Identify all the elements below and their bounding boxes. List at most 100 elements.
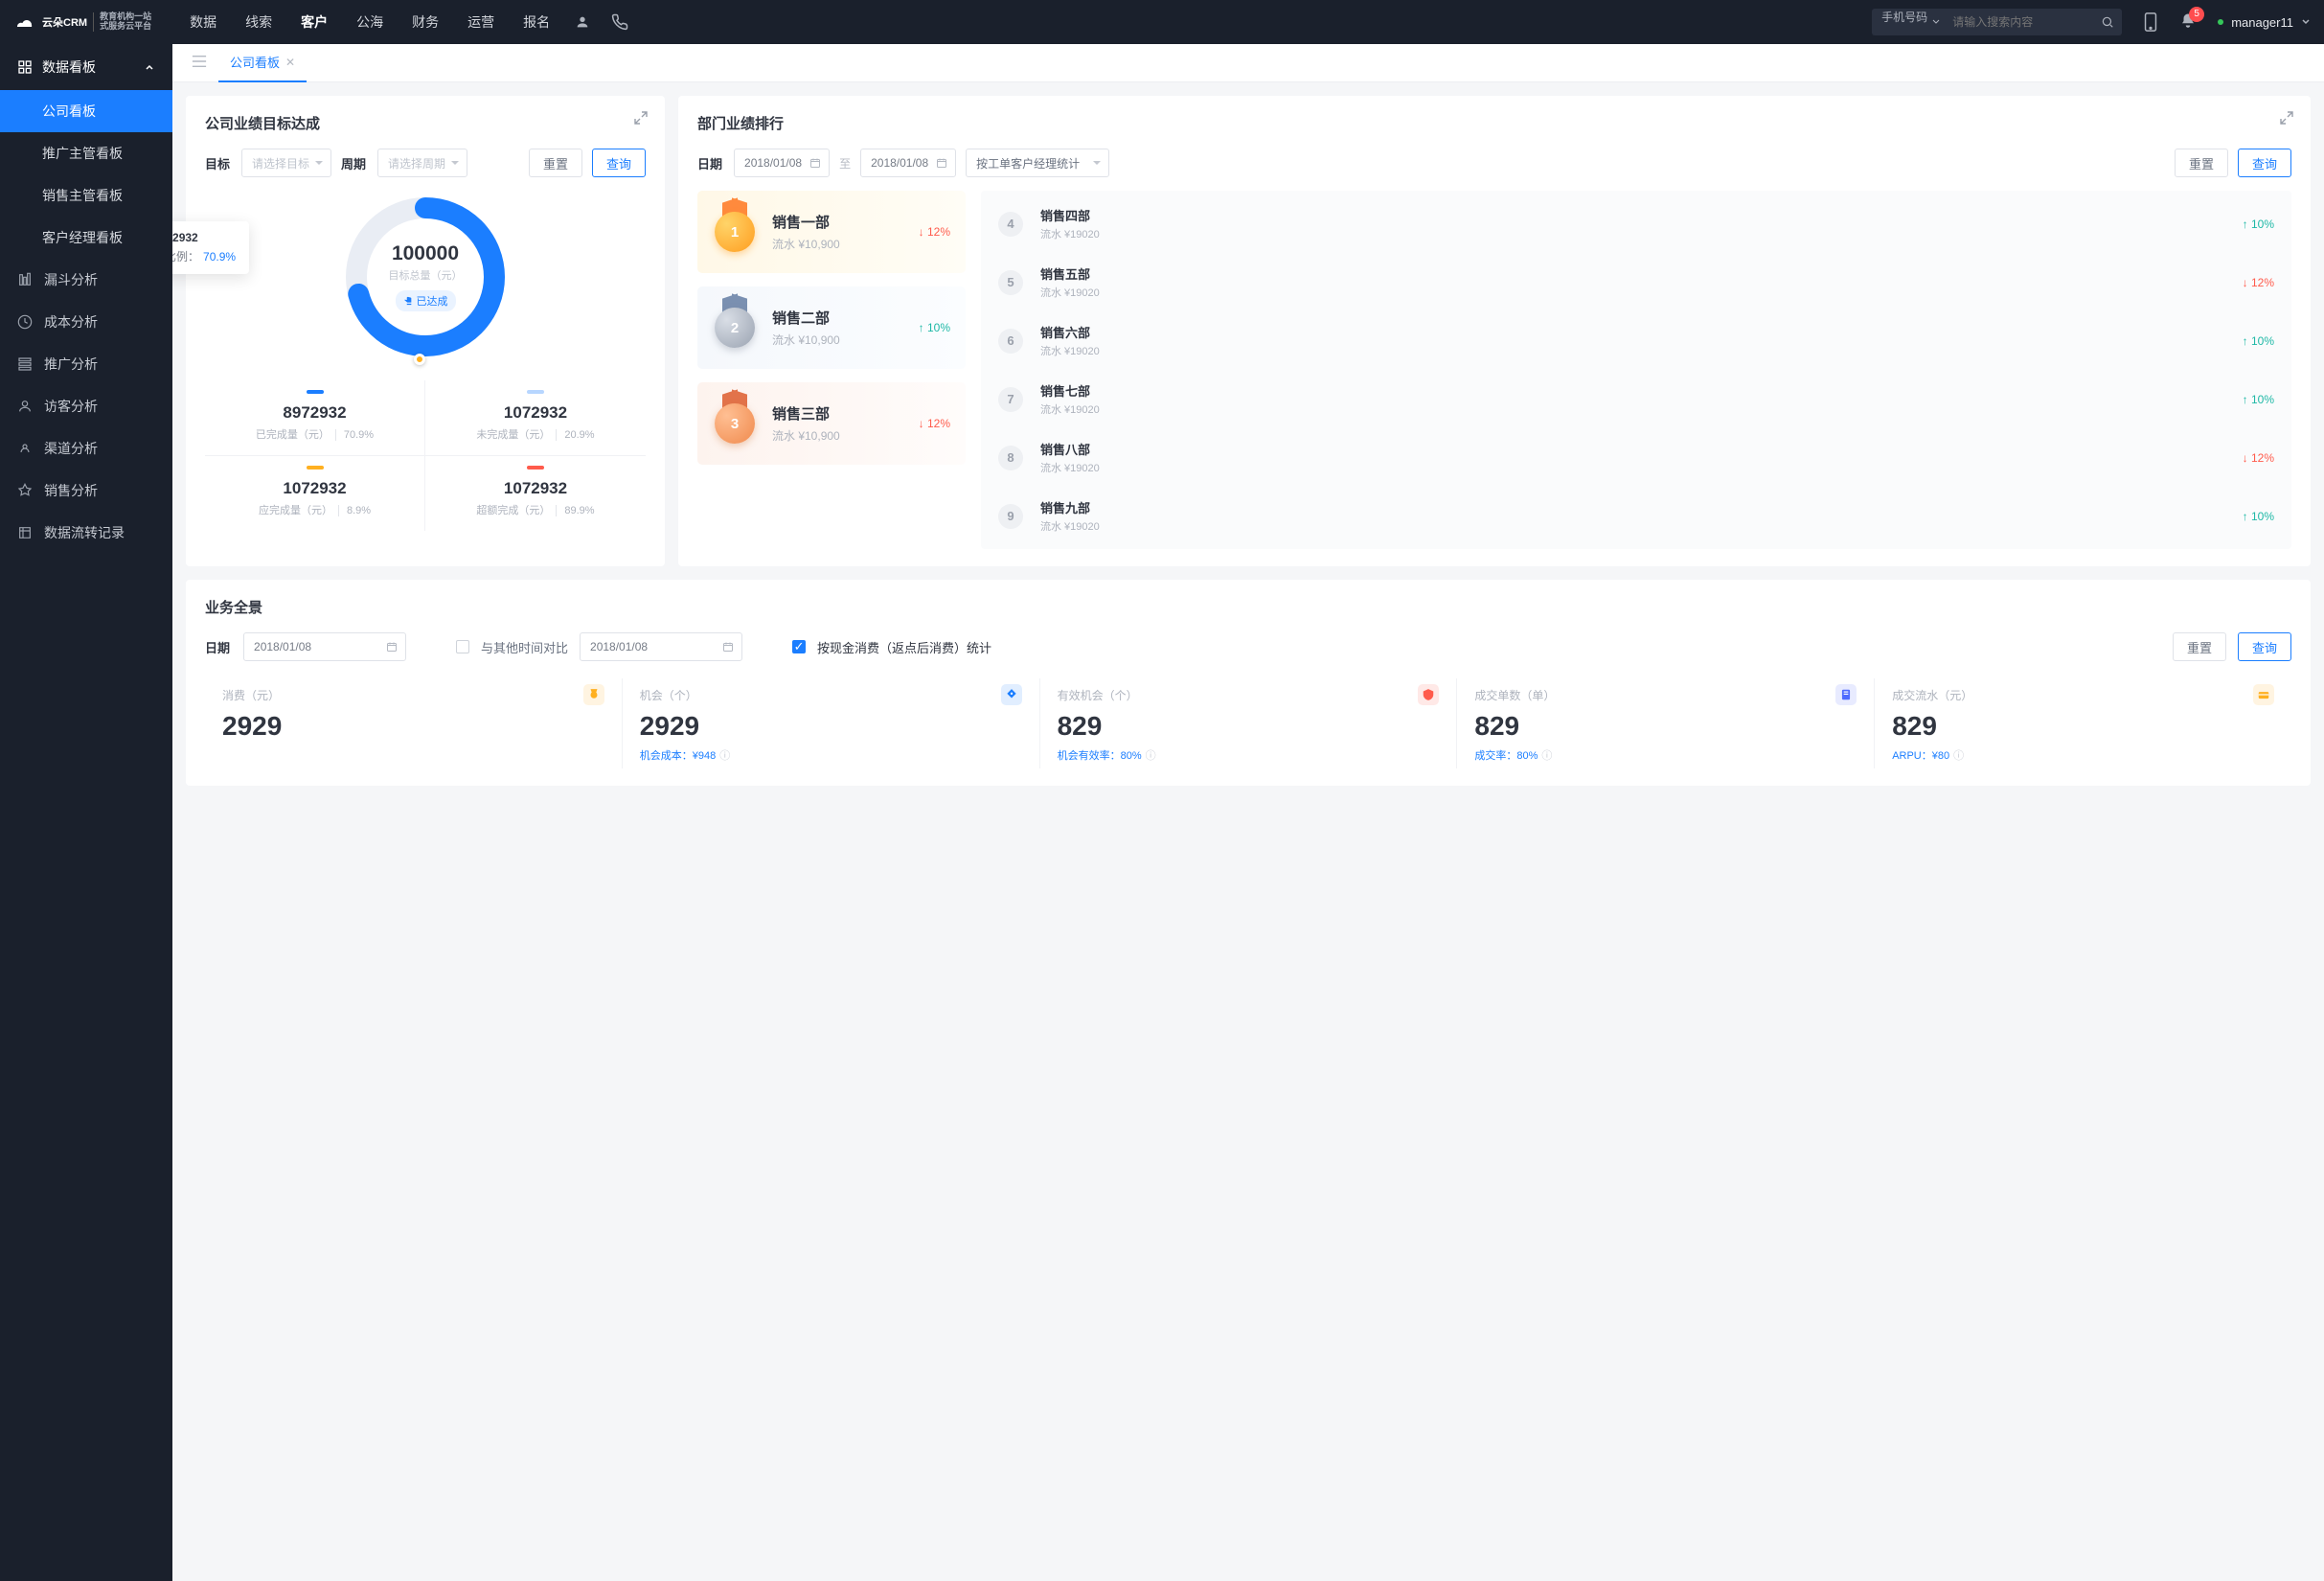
card-goal-achievement: 公司业绩目标达成 目标 请选择目标 周期 请选择周期 重置 查询 — [186, 96, 665, 566]
medal-row-1[interactable]: 1销售一部流水 ¥10,900↓ 12% — [697, 191, 966, 273]
sidebar-icon — [17, 525, 33, 540]
achieved-badge: 已达成 — [396, 290, 456, 311]
help-icon[interactable]: ⓘ — [719, 747, 730, 763]
dashboard-icon — [17, 59, 33, 75]
nav-item-6[interactable]: 报名 — [523, 1, 550, 43]
reset-button[interactable]: 重置 — [2173, 632, 2226, 661]
sidebar-sub-0[interactable]: 公司看板 — [0, 90, 172, 132]
sidebar-item-5[interactable]: 销售分析 — [0, 470, 172, 512]
goal-metric-1: 1072932未完成量（元）20.9% — [425, 380, 646, 456]
period-label: 周期 — [341, 154, 366, 172]
rank-item-9[interactable]: 9销售九部流水 ¥19020↑ 10% — [981, 487, 2291, 545]
chevron-up-icon — [144, 61, 155, 73]
compare-label: 与其他时间对比 — [481, 638, 568, 656]
help-icon[interactable]: ⓘ — [1953, 747, 1964, 763]
query-button[interactable]: 查询 — [2238, 149, 2291, 177]
expand-icon[interactable] — [2280, 111, 2293, 127]
device-icon[interactable] — [2143, 12, 2158, 32]
sidebar-icon — [17, 356, 33, 372]
stat-icon — [2253, 684, 2274, 705]
tab-close[interactable]: ✕ — [285, 56, 295, 69]
medal-row-2[interactable]: 2销售二部流水 ¥10,900↑ 10% — [697, 286, 966, 369]
target-select[interactable]: 请选择目标 — [241, 149, 331, 177]
chart-tooltip: 1072932 所占比例：70.9% — [172, 221, 249, 274]
date-from-input[interactable]: 2018/01/08 — [734, 149, 830, 177]
date-input-2[interactable]: 2018/01/08 — [580, 632, 742, 661]
rank-item-7[interactable]: 7销售七部流水 ¥19020↑ 10% — [981, 370, 2291, 428]
sidebar-item-4[interactable]: 渠道分析 — [0, 427, 172, 470]
brand-logo: 云朵CRM 教育机构一站式服务云平台 — [13, 12, 151, 32]
query-button[interactable]: 查询 — [2238, 632, 2291, 661]
goal-donut-chart: 100000 目标总量（元） 已达成 — [339, 191, 512, 363]
calendar-icon — [809, 157, 821, 169]
help-icon[interactable]: ⓘ — [1541, 747, 1552, 763]
calendar-icon — [936, 157, 947, 169]
phone-icon[interactable] — [611, 13, 628, 31]
stat-3: 成交单数（单）829成交率：80% ⓘ — [1457, 678, 1875, 768]
expand-icon[interactable] — [634, 111, 648, 127]
sidebar-item-6[interactable]: 数据流转记录 — [0, 512, 172, 554]
main-area: 公司看板 ✕ 公司业绩目标达成 目标 请选择目标 周期 请选择周期 — [172, 44, 2324, 1581]
sidebar-item-2[interactable]: 推广分析 — [0, 343, 172, 385]
status-dot — [2218, 19, 2223, 25]
tab-bar: 公司看板 ✕ — [172, 44, 2324, 82]
search-type-select[interactable]: 手机号码 — [1872, 9, 1945, 35]
query-button[interactable]: 查询 — [592, 149, 646, 177]
medal-icon: 1 — [713, 206, 757, 258]
nav-item-5[interactable]: 运营 — [467, 1, 494, 43]
user-menu[interactable]: manager11 — [2218, 15, 2311, 30]
menu-icon — [192, 55, 207, 68]
sidebar-item-1[interactable]: 成本分析 — [0, 301, 172, 343]
sidebar-sub-3[interactable]: 客户经理看板 — [0, 217, 172, 259]
nav-item-0[interactable]: 数据 — [190, 1, 216, 43]
rank-item-4[interactable]: 4销售四部流水 ¥19020↑ 10% — [981, 195, 2291, 253]
groupby-select[interactable]: 按工单客户经理统计 — [966, 149, 1109, 177]
user-icon[interactable] — [575, 14, 590, 30]
medal-icon: 2 — [713, 302, 757, 354]
tab-company-dashboard[interactable]: 公司看板 ✕ — [218, 44, 307, 82]
user-name: manager11 — [2231, 15, 2293, 30]
goal-metric-2: 1072932应完成量（元）8.9% — [205, 456, 425, 531]
rank-item-8[interactable]: 8销售八部流水 ¥19020↓ 12% — [981, 428, 2291, 487]
sidebar-sub-2[interactable]: 销售主管看板 — [0, 174, 172, 217]
card-business-panorama: 业务全景 日期 2018/01/08 与其他时间对比 2018/01/08 ✓ … — [186, 580, 2311, 786]
search-button[interactable] — [2093, 9, 2122, 35]
compare-checkbox[interactable] — [456, 640, 469, 653]
date-label: 日期 — [697, 154, 722, 172]
sidebar: 数据看板 公司看板推广主管看板销售主管看板客户经理看板 漏斗分析成本分析推广分析… — [0, 44, 172, 1581]
cash-checkbox[interactable]: ✓ — [792, 640, 806, 653]
sidebar-item-3[interactable]: 访客分析 — [0, 385, 172, 427]
rank-item-5[interactable]: 5销售五部流水 ¥19020↓ 12% — [981, 253, 2291, 311]
cloud-icon — [13, 13, 36, 31]
top-nav: 云朵CRM 教育机构一站式服务云平台 数据线索客户公海财务运营报名 手机号码 5… — [0, 0, 2324, 44]
nav-items: 数据线索客户公海财务运营报名 — [190, 1, 550, 43]
reset-button[interactable]: 重置 — [2175, 149, 2228, 177]
goal-metric-0: 8972932已完成量（元）70.9% — [205, 380, 425, 456]
medal-row-3[interactable]: 3销售三部流水 ¥10,900↓ 12% — [697, 382, 966, 465]
date-sep: 至 — [839, 155, 851, 172]
nav-item-3[interactable]: 公海 — [356, 1, 383, 43]
calendar-icon — [386, 641, 398, 653]
sidebar-group-dashboard[interactable]: 数据看板 — [0, 44, 172, 90]
nav-item-1[interactable]: 线索 — [245, 1, 272, 43]
reset-button[interactable]: 重置 — [529, 149, 582, 177]
sidebar-item-0[interactable]: 漏斗分析 — [0, 259, 172, 301]
top-search: 手机号码 — [1872, 9, 2122, 35]
medal-icon: 3 — [713, 398, 757, 449]
stat-0: 消费（元）2929. — [205, 678, 623, 768]
help-icon[interactable]: ⓘ — [1146, 747, 1156, 763]
period-select[interactable]: 请选择周期 — [377, 149, 467, 177]
brand-name: 云朵CRM — [42, 14, 87, 30]
nav-item-4[interactable]: 财务 — [412, 1, 439, 43]
sidebar-sub-1[interactable]: 推广主管看板 — [0, 132, 172, 174]
sidebar-toggle[interactable] — [184, 55, 215, 71]
sidebar-icon — [17, 483, 33, 498]
search-input[interactable] — [1945, 9, 2093, 35]
notification-bell[interactable]: 5 — [2179, 12, 2197, 33]
nav-item-2[interactable]: 客户 — [301, 1, 328, 43]
date-label: 日期 — [205, 638, 230, 656]
sidebar-icon — [17, 314, 33, 330]
rank-item-6[interactable]: 6销售六部流水 ¥19020↑ 10% — [981, 311, 2291, 370]
date-to-input[interactable]: 2018/01/08 — [860, 149, 956, 177]
date-input-1[interactable]: 2018/01/08 — [243, 632, 406, 661]
